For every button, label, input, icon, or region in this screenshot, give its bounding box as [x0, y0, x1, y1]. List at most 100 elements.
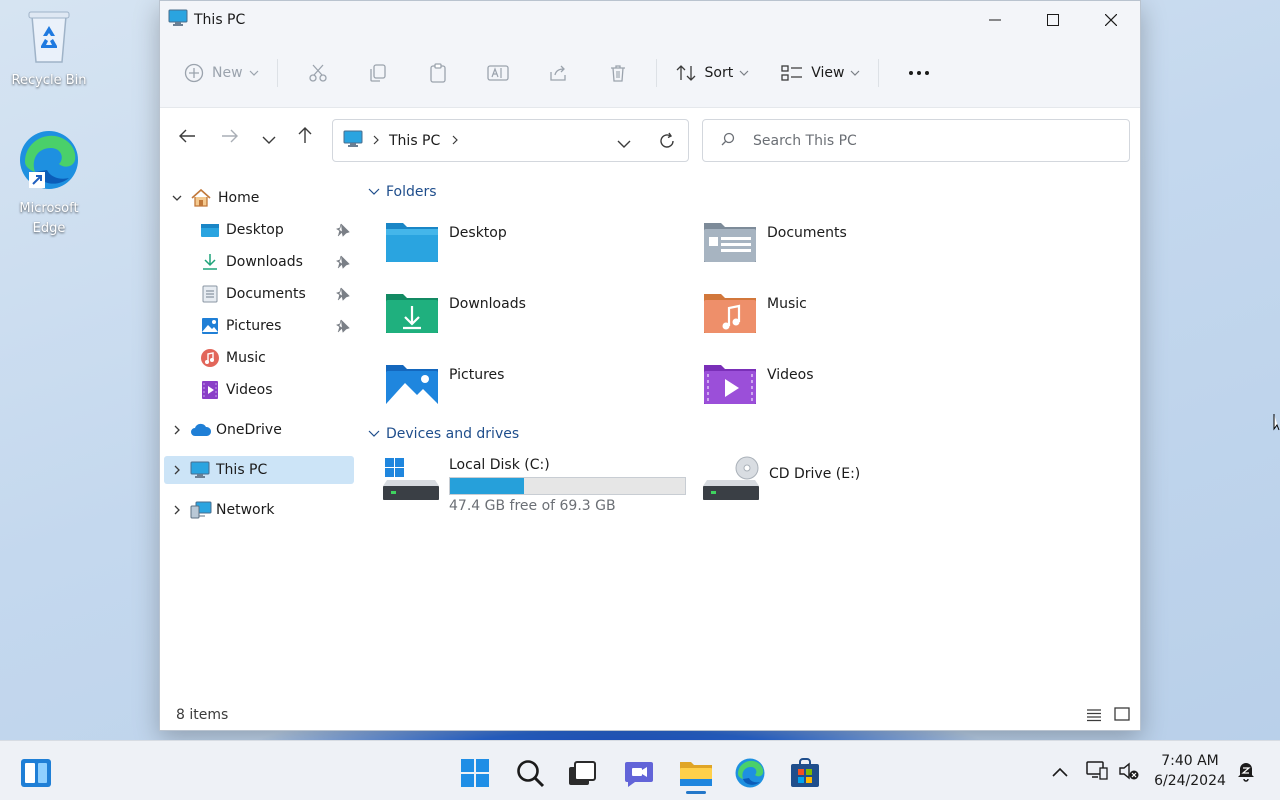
sidebar-item-network[interactable]: Network	[168, 496, 358, 524]
folder-name: Music	[767, 296, 807, 312]
title-bar[interactable]: This PC	[160, 1, 1140, 39]
edge-icon	[4, 128, 94, 199]
search-input[interactable]: Search This PC	[753, 133, 857, 149]
address-history-dropdown[interactable]	[617, 136, 631, 152]
sidebar-item-label: Music	[226, 350, 266, 366]
this-pc-icon	[190, 461, 210, 478]
chevron-down-icon	[851, 70, 860, 76]
sidebar-item-videos[interactable]: Videos	[200, 376, 360, 404]
show-hidden-icons-button[interactable]	[1052, 765, 1068, 781]
more-options-button[interactable]	[899, 55, 939, 91]
network-status-icon	[1086, 761, 1108, 780]
sidebar-item-label: Pictures	[226, 318, 282, 334]
notifications-button[interactable]	[1236, 760, 1256, 786]
arrow-up-icon	[298, 127, 312, 143]
item-count: 8 items	[176, 707, 229, 723]
sidebar-item-onedrive[interactable]: OneDrive	[168, 416, 358, 444]
devices-section-header[interactable]: Devices and drives	[368, 426, 519, 442]
large-icons-view-button[interactable]	[1114, 707, 1130, 726]
sidebar-item-label: Desktop	[226, 222, 284, 238]
sidebar-item-label: Downloads	[226, 254, 303, 270]
folder-name: Videos	[767, 367, 814, 383]
address-bar[interactable]: This PC	[332, 119, 689, 162]
rename-icon	[486, 65, 509, 81]
widgets-button[interactable]	[16, 753, 56, 793]
view-label: View	[811, 65, 845, 81]
maximize-button[interactable]	[1024, 1, 1082, 39]
chevron-right-icon	[174, 465, 180, 475]
folder-documents[interactable]: Documents	[703, 219, 847, 263]
edge-taskbar-button[interactable]	[730, 753, 770, 793]
pin-icon	[336, 223, 350, 241]
search-button[interactable]	[510, 753, 550, 793]
copy-button[interactable]	[356, 55, 400, 91]
breadcrumb-this-pc[interactable]: This PC	[389, 133, 440, 149]
toolbar-divider	[276, 59, 278, 87]
sidebar-item-label: This PC	[216, 462, 268, 478]
view-icon	[781, 65, 803, 81]
notification-bell-icon	[1238, 763, 1254, 782]
new-button[interactable]: New	[184, 55, 259, 91]
rename-button[interactable]	[476, 55, 520, 91]
chevron-right-icon[interactable]	[452, 133, 459, 149]
scissors-icon	[308, 64, 327, 82]
sort-label: Sort	[704, 65, 734, 81]
drive-local-disk-c[interactable]: Local Disk (C:) 47.4 GB free of 69.3 GB	[383, 456, 693, 518]
folder-desktop[interactable]: Desktop	[385, 219, 507, 263]
up-button[interactable]	[297, 126, 313, 148]
file-explorer-taskbar-button[interactable]	[676, 753, 716, 793]
new-label: New	[212, 65, 243, 81]
cloud-icon	[191, 423, 212, 436]
folder-music[interactable]: Music	[703, 290, 807, 334]
plus-circle-icon	[184, 63, 204, 83]
close-button[interactable]	[1082, 1, 1140, 39]
sort-button[interactable]: Sort	[675, 55, 750, 91]
details-view-button[interactable]	[1086, 708, 1102, 726]
pin-icon	[336, 287, 350, 305]
chevron-down-icon	[172, 195, 182, 201]
start-button[interactable]	[455, 753, 495, 793]
folder-videos[interactable]: Videos	[703, 361, 814, 405]
hard-drive-icon	[383, 458, 439, 500]
sidebar-item-this-pc[interactable]: This PC	[164, 456, 354, 484]
share-icon	[549, 65, 566, 81]
clipboard-icon	[429, 63, 446, 83]
recent-locations-button[interactable]	[262, 132, 276, 148]
desktop-icon-recycle-bin[interactable]: Recycle Bin	[4, 8, 94, 91]
volume-tray-button[interactable]	[1118, 761, 1140, 785]
share-button[interactable]	[536, 55, 580, 91]
sidebar-item-label: Network	[216, 502, 275, 518]
download-icon	[203, 254, 217, 270]
clock[interactable]: 7:40 AM 6/24/2024	[1150, 751, 1230, 791]
folder-pictures[interactable]: Pictures	[385, 361, 504, 405]
folders-section-header[interactable]: Folders	[368, 184, 437, 200]
refresh-button[interactable]	[657, 131, 677, 155]
paste-button[interactable]	[416, 55, 460, 91]
task-view-button[interactable]	[562, 753, 602, 793]
cd-drive-icon	[703, 456, 759, 500]
chat-button[interactable]	[619, 753, 659, 793]
desktop-icon-edge[interactable]: Microsoft Edge	[4, 128, 94, 239]
desktop-icon-label: Microsoft Edge	[19, 201, 79, 236]
sidebar-item-music[interactable]: Music	[200, 344, 360, 372]
navigation-row: This PC Search This PC	[160, 107, 1140, 169]
pin-icon	[336, 255, 350, 273]
forward-button[interactable]	[221, 128, 239, 148]
cut-button[interactable]	[296, 55, 340, 91]
drive-cd-e[interactable]: CD Drive (E:)	[703, 456, 1003, 518]
mouse-cursor-icon	[1273, 413, 1280, 435]
chevron-down-icon	[249, 70, 258, 76]
sidebar-item-label: Documents	[226, 286, 306, 302]
active-app-indicator	[686, 791, 706, 794]
search-box[interactable]: Search This PC	[702, 119, 1130, 162]
arrow-right-icon	[222, 129, 238, 143]
minimize-button[interactable]	[966, 1, 1024, 39]
folder-downloads[interactable]: Downloads	[385, 290, 526, 334]
desktop-folder-icon	[201, 224, 219, 237]
store-taskbar-button[interactable]	[785, 753, 825, 793]
view-button[interactable]: View	[781, 55, 860, 91]
back-button[interactable]	[178, 128, 196, 148]
network-tray-button[interactable]	[1086, 760, 1108, 784]
sidebar-item-home[interactable]: Home	[168, 184, 358, 212]
delete-button[interactable]	[596, 55, 640, 91]
